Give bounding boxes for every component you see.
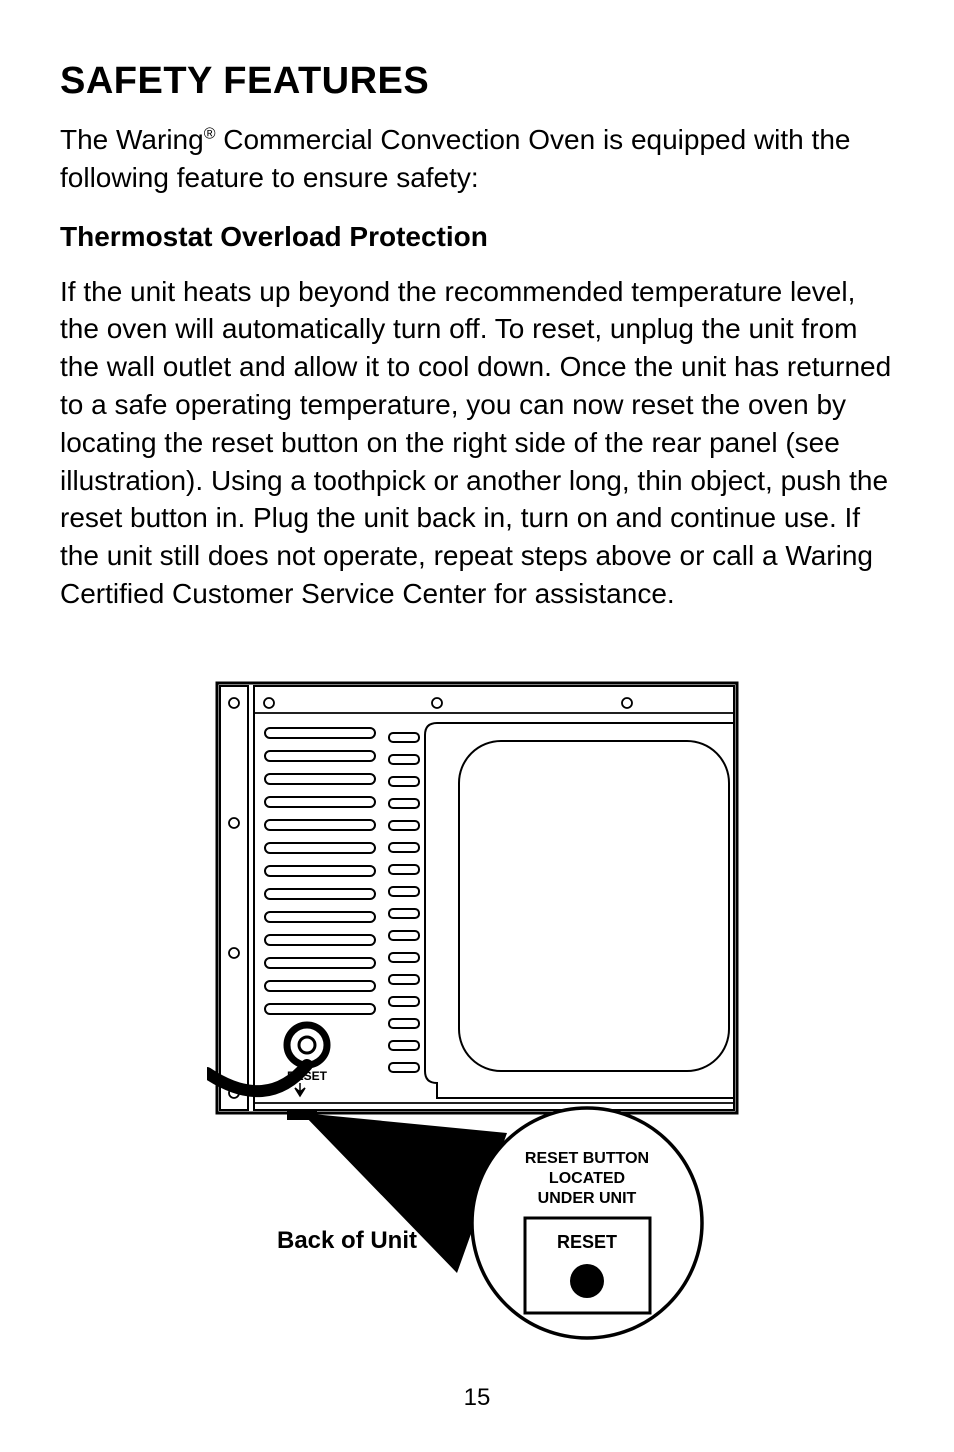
reset-small-label: RESET <box>287 1069 328 1083</box>
vent-slots-left <box>265 728 375 1014</box>
rear-panel-diagram: RESET RESET BUTTON LOCATED UNDER UNIT RE… <box>207 673 747 1373</box>
intro-sup: ® <box>204 126 216 143</box>
callout-reset-label: RESET <box>557 1232 617 1252</box>
intro-paragraph: The Waring® Commercial Convection Oven i… <box>60 121 894 197</box>
subheading: Thermostat Overload Protection <box>60 221 894 253</box>
callout-line2: LOCATED <box>549 1170 625 1187</box>
page-number: 15 <box>0 1384 954 1412</box>
callout-line3: UNDER UNIT <box>538 1190 637 1207</box>
intro-pre: The Waring <box>60 124 204 155</box>
body-paragraph: If the unit heats up beyond the recommen… <box>60 273 894 613</box>
callout-line1: RESET BUTTON <box>525 1150 649 1167</box>
reset-button-icon <box>570 1264 604 1298</box>
diagram-container: RESET RESET BUTTON LOCATED UNDER UNIT RE… <box>60 673 894 1373</box>
back-of-unit-label: Back of Unit <box>277 1227 417 1254</box>
page-title: SAFETY FEATURES <box>60 60 894 103</box>
vent-slots-middle <box>389 733 419 1072</box>
